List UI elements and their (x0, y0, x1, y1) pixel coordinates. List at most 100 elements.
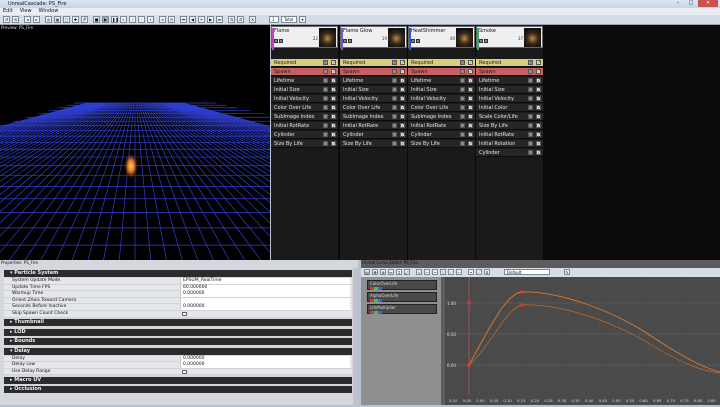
toggle-list-icon[interactable]: ▤ (364, 269, 370, 275)
module-enable-checkbox[interactable] (468, 140, 473, 148)
module-enable-checkbox[interactable] (331, 86, 336, 94)
module-enable-checkbox[interactable] (468, 59, 473, 67)
module-enable-checkbox[interactable] (400, 86, 405, 94)
close-button[interactable]: ✕ (698, 0, 718, 7)
module-enable-checkbox[interactable] (331, 77, 336, 85)
delete-lod-icon[interactable]: ✕ (249, 16, 256, 23)
module-size-by-life[interactable]: Size By Life (476, 122, 543, 130)
preset-dropdown[interactable]: Default (504, 269, 550, 275)
module-enable-checkbox[interactable] (536, 122, 541, 130)
module-spawn[interactable]: Spawn (271, 68, 338, 76)
channel-toggle-icon[interactable] (370, 287, 382, 290)
curve-toggle-icon[interactable] (528, 141, 533, 146)
emitter-enable-icon[interactable] (279, 39, 283, 43)
add-lod-icon[interactable]: + (198, 16, 205, 23)
play-icon[interactable]: ▶ (102, 16, 109, 23)
module-enable-checkbox[interactable] (468, 104, 473, 112)
module-lifetime[interactable]: Lifetime (408, 77, 475, 85)
orbit-icon[interactable]: ◎ (45, 16, 52, 23)
module-enable-checkbox[interactable] (468, 122, 473, 130)
module-subimage-index[interactable]: SubImage Index (340, 113, 407, 121)
emitter-enable-icon[interactable] (348, 39, 352, 43)
curve-keypoint[interactable] (467, 301, 471, 305)
render-mode-icon[interactable] (274, 39, 278, 43)
properties-scrollbar[interactable] (353, 268, 358, 405)
curve-alpha-over-life[interactable] (468, 304, 720, 374)
render-mode-icon[interactable] (343, 39, 347, 43)
undo-icon[interactable]: ◂ (24, 16, 31, 23)
speed-50-icon[interactable]: › (129, 16, 136, 23)
emitter-header[interactable]: HeatShimmer 40 (408, 26, 475, 50)
module-enable-checkbox[interactable] (536, 131, 541, 139)
lod-highest-icon[interactable]: ⏭ (216, 16, 223, 23)
menu-view[interactable]: View (20, 8, 32, 15)
module-lifetime[interactable]: Lifetime (476, 77, 543, 85)
curve-toggle-icon[interactable] (323, 96, 328, 101)
fit-vertical-icon[interactable]: ↕ (396, 269, 402, 275)
module-lifetime[interactable]: Lifetime (340, 77, 407, 85)
preview-viewport[interactable]: Preview: PS_Fire (0, 25, 270, 260)
pause-icon[interactable]: ❚❚ (111, 16, 119, 23)
section-header[interactable]: ▾ Particle System (4, 270, 352, 277)
module-enable-checkbox[interactable] (536, 68, 541, 76)
module-required[interactable]: Required (340, 59, 407, 67)
curve-toggle-icon[interactable] (460, 78, 465, 83)
property-checkbox[interactable] (182, 369, 187, 374)
menu-window[interactable]: Window (39, 8, 59, 15)
curve-toggle-icon[interactable] (460, 132, 465, 137)
module-required[interactable]: Required (476, 59, 543, 67)
regen-lod-dup-icon[interactable]: ⇵ (237, 16, 244, 23)
speed-100-icon[interactable]: » (120, 16, 127, 23)
property-checkbox[interactable] (182, 312, 187, 316)
module-enable-checkbox[interactable] (400, 140, 405, 148)
curve-toggle-icon[interactable] (528, 105, 533, 110)
preset-edit-icon[interactable]: ✎ (564, 269, 570, 275)
module-enable-checkbox[interactable] (331, 113, 336, 121)
curve-track[interactable]: ColorOverLife (367, 280, 437, 290)
channel-toggle-icon[interactable] (370, 311, 382, 314)
module-enable-checkbox[interactable] (468, 131, 473, 139)
render-mode-icon[interactable] (411, 39, 415, 43)
curve-toggle-icon[interactable] (460, 141, 465, 146)
curve-toggle-icon[interactable] (392, 123, 397, 128)
regen-lod-icon[interactable]: ⇅ (228, 16, 235, 23)
fit-all-icon[interactable]: ⤢ (404, 269, 410, 275)
curve-toggle-icon[interactable] (528, 60, 533, 65)
fit-horizontal-icon[interactable]: ↔ (388, 269, 394, 275)
curve-toggle-icon[interactable] (323, 114, 328, 119)
curve-toggle-icon[interactable] (392, 60, 397, 65)
module-enable-checkbox[interactable] (331, 140, 336, 148)
section-header[interactable]: ▾ Delay (4, 347, 352, 355)
property-value[interactable]: 0.000000 (180, 291, 350, 298)
module-enable-checkbox[interactable] (331, 104, 336, 112)
curve-auto-icon[interactable]: ∿ (416, 269, 422, 275)
curve-toggle-icon[interactable] (460, 105, 465, 110)
section-header[interactable]: ▸ Bounds (4, 338, 352, 346)
maximize-button[interactable]: □ (685, 0, 697, 7)
module-enable-checkbox[interactable] (400, 77, 405, 85)
module-enable-checkbox[interactable] (536, 149, 541, 157)
curve-toggle-icon[interactable] (323, 132, 328, 137)
curve-graph[interactable]: 1.00 0.50 0.00 0.10 0.05 0.00 0.05 0.10 0.15 0.20… (445, 277, 720, 405)
realtime-icon[interactable]: ◷ (168, 16, 175, 23)
curve-toggle-icon[interactable] (323, 60, 328, 65)
module-enable-checkbox[interactable] (331, 95, 336, 103)
axes-icon[interactable]: ✚ (72, 16, 79, 23)
module-enable-checkbox[interactable] (468, 86, 473, 94)
module-enable-checkbox[interactable] (536, 104, 541, 112)
module-enable-checkbox[interactable] (536, 95, 541, 103)
module-initial-size[interactable]: Initial Size (271, 86, 338, 94)
module-enable-checkbox[interactable] (468, 77, 473, 85)
restart-sim-icon[interactable]: ↺ (3, 16, 10, 23)
module-enable-checkbox[interactable] (536, 77, 541, 85)
module-initial-size[interactable]: Initial Size (476, 86, 543, 94)
curve-toggle-icon[interactable] (460, 69, 465, 74)
background-color-icon[interactable]: ■ (93, 16, 100, 23)
module-initial-velocity[interactable]: Initial Velocity (476, 95, 543, 103)
module-enable-checkbox[interactable] (536, 113, 541, 121)
curve-toggle-icon[interactable] (323, 105, 328, 110)
module-enable-checkbox[interactable] (400, 68, 405, 76)
pan-icon[interactable]: ✥ (372, 269, 378, 275)
module-initial-rotrate[interactable]: Initial RotRate (476, 131, 543, 139)
curve-toggle-icon[interactable] (392, 105, 397, 110)
